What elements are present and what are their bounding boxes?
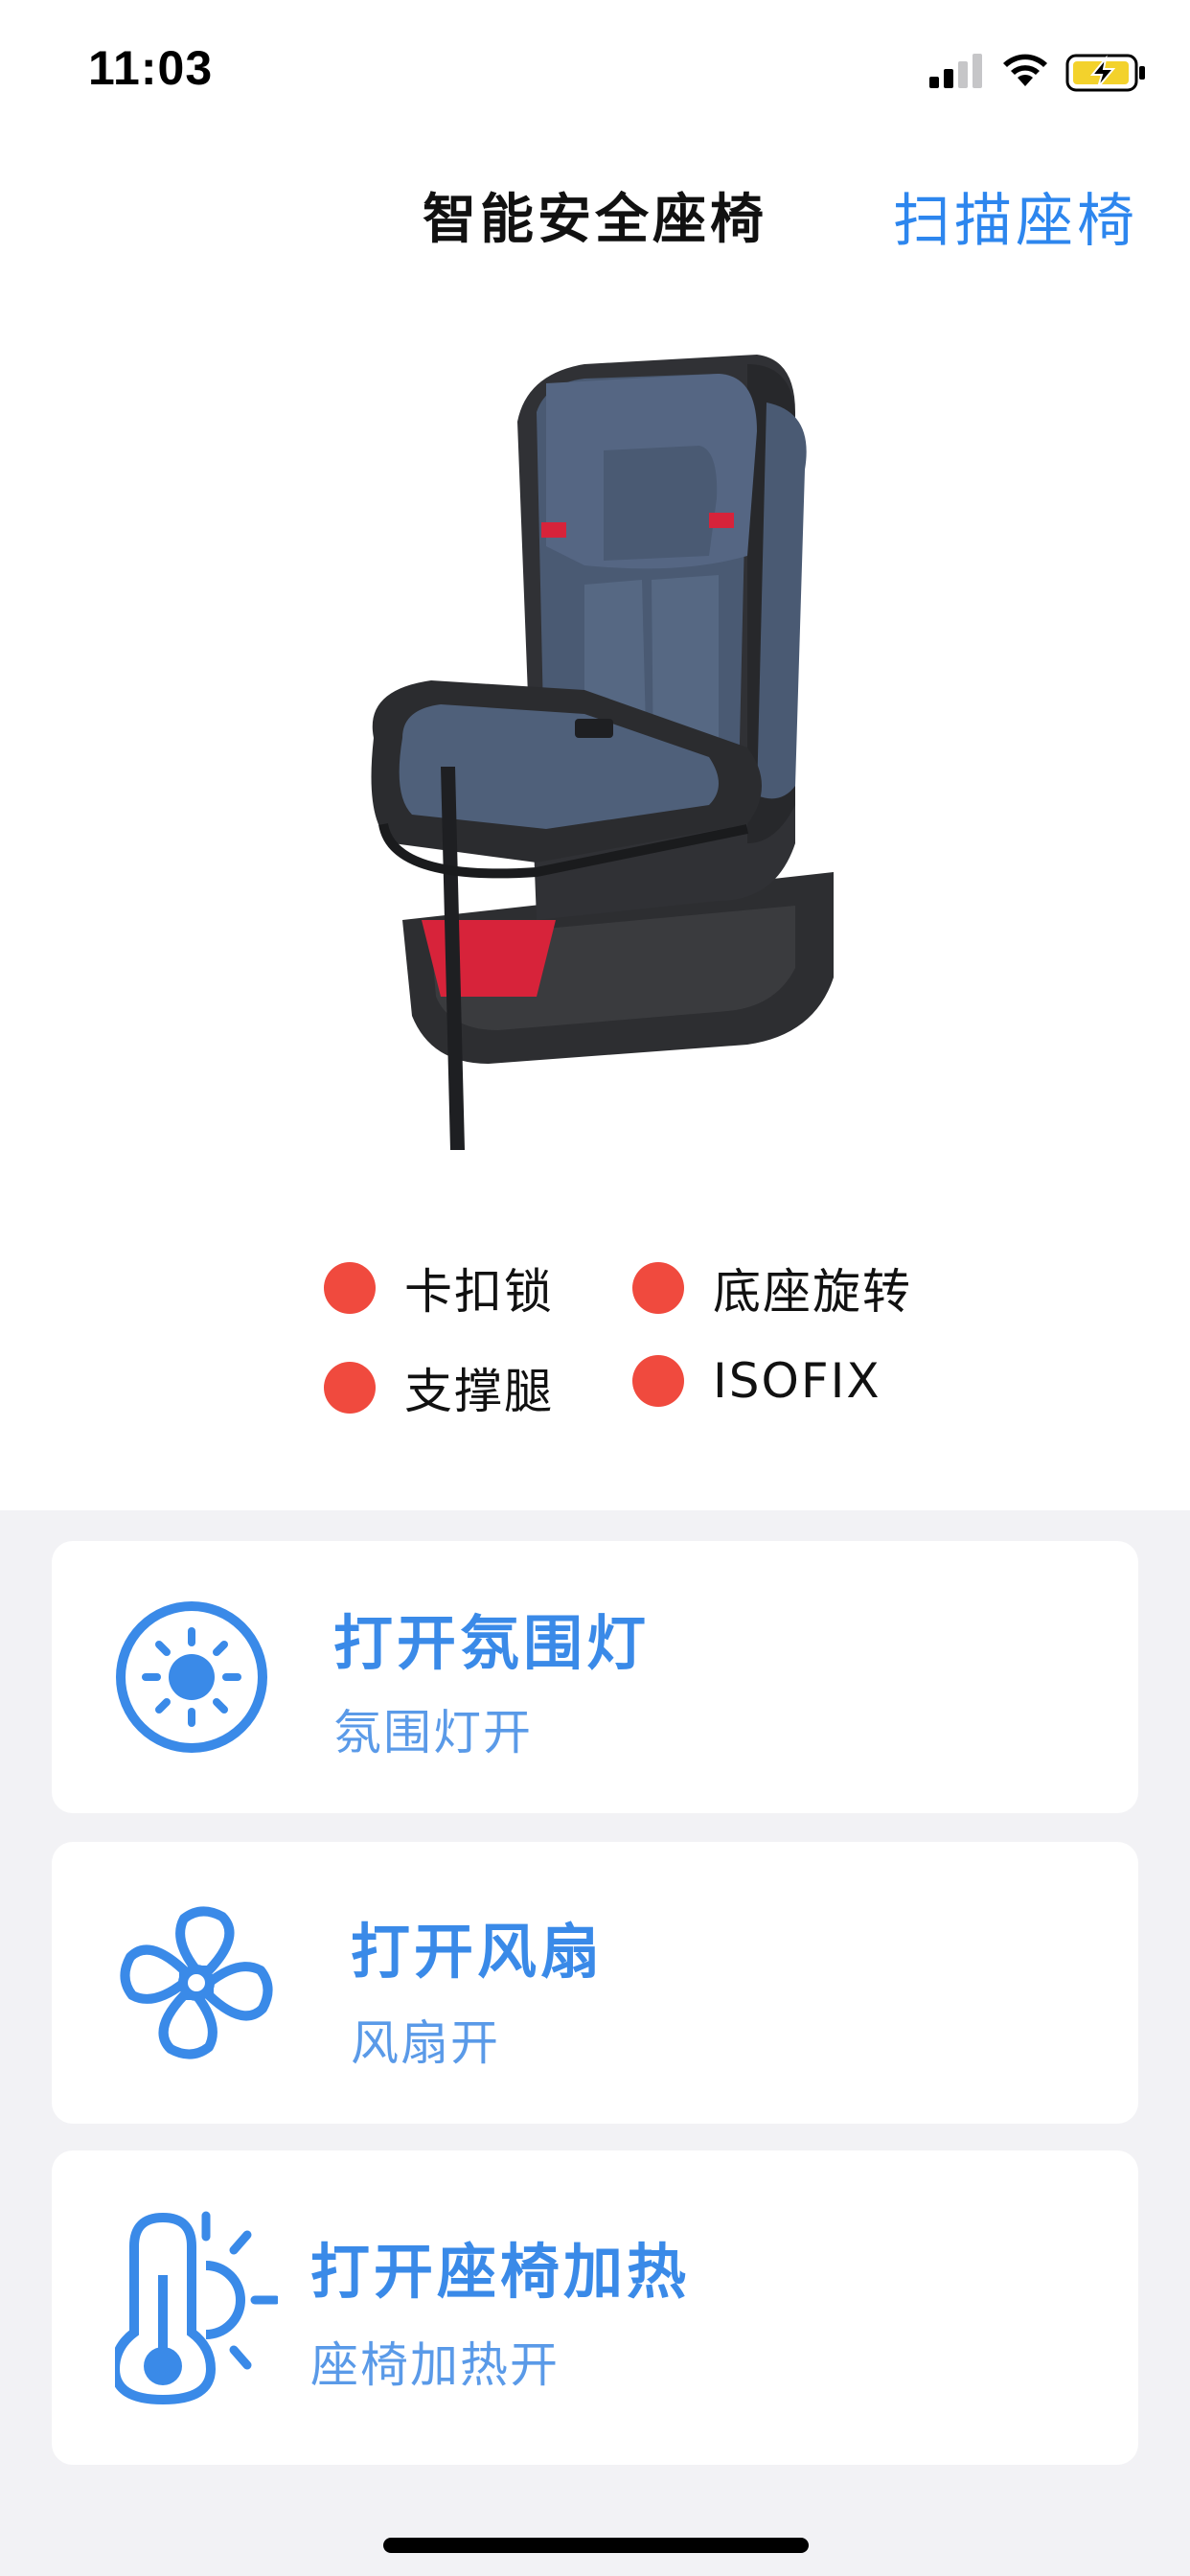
seat-heating-card[interactable]: 打开座椅加热 座椅加热开	[52, 2150, 1138, 2465]
status-dot	[632, 1262, 684, 1314]
scan-seat-button[interactable]: 扫描座椅	[893, 174, 1138, 258]
sun-icon	[116, 1601, 267, 1753]
indicator-buckle-lock: 卡扣锁	[324, 1254, 554, 1322]
status-dot	[632, 1355, 684, 1407]
child-safety-seat-image	[371, 355, 834, 1150]
indicator-support-leg: 支撑腿	[324, 1353, 554, 1422]
indicator-base-rotation: 底座旋转	[632, 1254, 912, 1322]
fan-card[interactable]: 打开风扇 风扇开	[52, 1842, 1138, 2124]
card-subtitle: 风扇开	[351, 2015, 500, 2071]
card-title: 打开座椅加热	[310, 2237, 691, 2307]
card-subtitle: 座椅加热开	[310, 2337, 560, 2393]
indicator-label: ISOFIX	[713, 1353, 881, 1409]
status-dot	[324, 1262, 376, 1314]
card-title: 打开氛围灯	[333, 1608, 651, 1678]
status-bar: 11:03	[0, 0, 1190, 144]
status-time: 11:03	[88, 41, 214, 95]
card-subtitle: 氛围灯开	[333, 1705, 533, 1760]
status-dot	[324, 1362, 376, 1414]
indicator-label: 卡扣锁	[404, 1264, 554, 1320]
ambient-light-card[interactable]: 打开氛围灯 氛围灯开	[52, 1541, 1138, 1813]
battery-charging-icon	[1065, 54, 1145, 92]
cellular-signal-icon	[929, 54, 982, 88]
wifi-icon	[1003, 54, 1047, 86]
thermometer-heat-icon	[115, 2211, 278, 2405]
indicator-isofix: ISOFIX	[632, 1353, 881, 1409]
indicator-label: 底座旋转	[713, 1264, 912, 1320]
card-title: 打开风扇	[351, 1917, 605, 1987]
fan-icon	[120, 1906, 273, 2059]
indicator-label: 支撑腿	[404, 1364, 554, 1419]
home-indicator	[383, 2538, 809, 2553]
